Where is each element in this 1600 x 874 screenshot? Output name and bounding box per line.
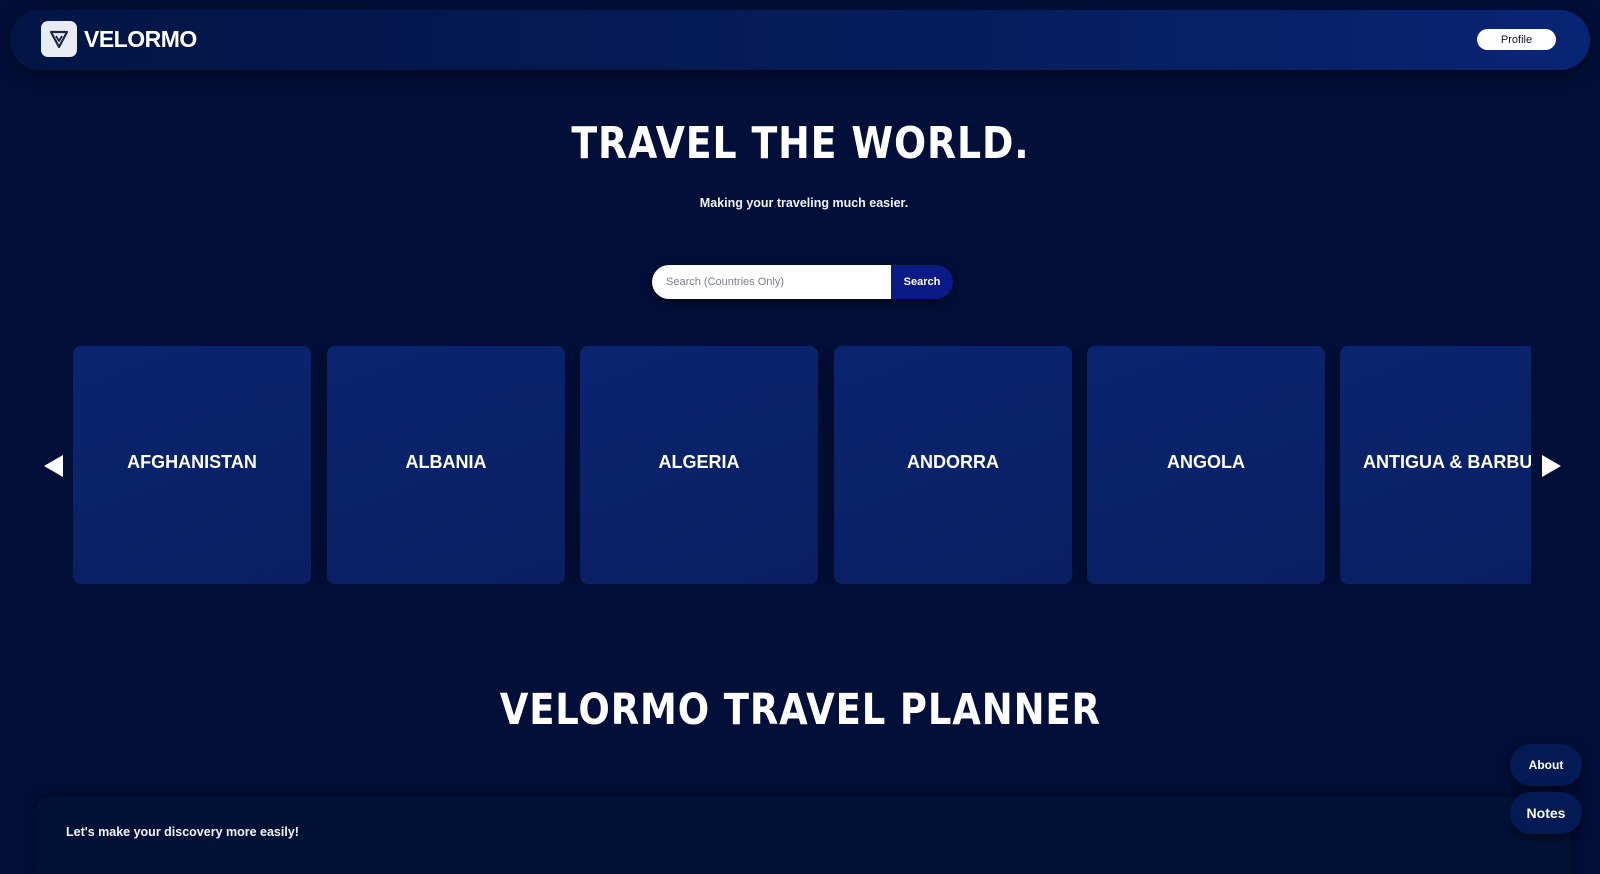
country-card-label: AFGHANISTAN (127, 452, 257, 472)
search-button[interactable]: Search (891, 265, 953, 299)
country-card-label: ALBANIA (405, 452, 487, 472)
hero-title: TRAVEL THE WORLD. (571, 118, 1030, 169)
planner-intro: Let's make your discovery more easily! (66, 825, 299, 839)
country-carousel: AFGHANISTAN ALBANIA ALGERIA ANDORRA ANGO… (73, 346, 1531, 584)
search-input[interactable] (652, 265, 891, 299)
country-card-antigua[interactable]: ANTIGUA & BARBU (1340, 346, 1531, 584)
country-card-label: ANTIGUA & BARBU (1363, 452, 1531, 472)
about-button[interactable]: About (1510, 744, 1582, 786)
brand-name[interactable]: VELORMO (84, 26, 197, 53)
logo-icon[interactable] (41, 21, 77, 57)
country-card-label: ANDORRA (907, 452, 999, 472)
planner-panel: Let's make your discovery more easily! (36, 798, 1570, 874)
triangle-left-icon[interactable] (44, 455, 63, 477)
country-card-andorra[interactable]: ANDORRA (834, 346, 1072, 584)
country-card-afghanistan[interactable]: AFGHANISTAN (73, 346, 311, 584)
page: VELORMO Profile TRAVEL THE WORLD. Making… (0, 0, 1600, 874)
country-card-albania[interactable]: ALBANIA (327, 346, 565, 584)
country-card-label: ALGERIA (658, 452, 740, 472)
hero-subtitle: Making your traveling much easier. (699, 196, 909, 210)
country-card-label: ANGOLA (1167, 452, 1245, 472)
top-navbar: VELORMO Profile (10, 10, 1590, 70)
notes-button[interactable]: Notes (1510, 792, 1582, 834)
country-card-algeria[interactable]: ALGERIA (580, 346, 818, 584)
search-bar: Search (652, 265, 953, 299)
triangle-right-icon[interactable] (1542, 455, 1561, 477)
country-card-angola[interactable]: ANGOLA (1087, 346, 1325, 584)
profile-button[interactable]: Profile (1477, 29, 1556, 50)
planner-title: VELORMO TRAVEL PLANNER (499, 685, 1101, 735)
